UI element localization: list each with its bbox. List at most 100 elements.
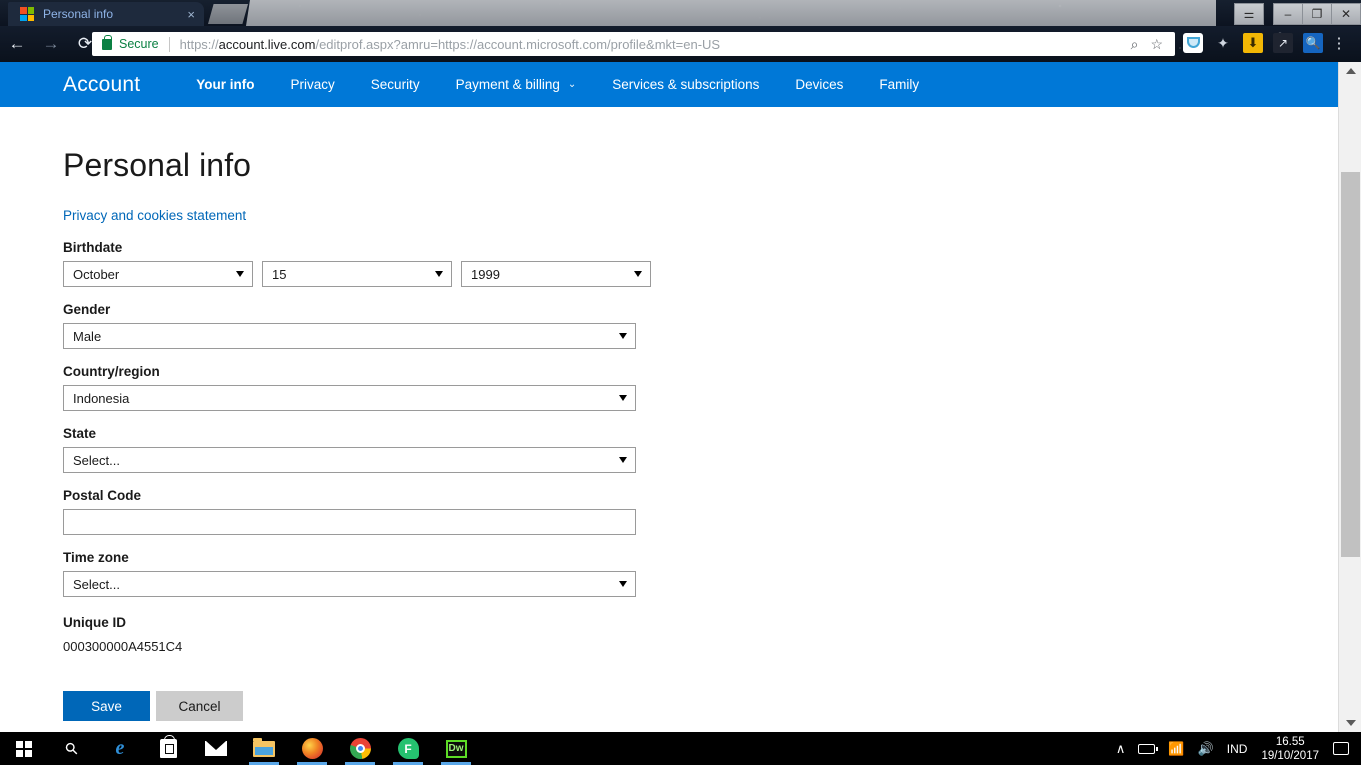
pocket-icon[interactable] [1180, 30, 1206, 56]
clock[interactable]: 16.55 19/10/2017 [1261, 735, 1319, 763]
file-explorer-icon[interactable] [240, 732, 288, 765]
nav-label: Payment & billing [455, 77, 560, 92]
postal-code-input[interactable] [63, 509, 636, 535]
minimize-button[interactable]: – [1273, 2, 1303, 25]
back-icon[interactable]: ← [0, 27, 34, 61]
chevron-down-icon [435, 271, 443, 277]
save-button[interactable]: Save [63, 691, 150, 721]
download-icon[interactable]: ⬇ [1240, 30, 1266, 56]
nav-item-payment-billing[interactable]: Payment & billing ⌄ [456, 77, 577, 92]
start-button[interactable] [0, 732, 48, 765]
nav-label: Privacy [290, 77, 335, 92]
title-bar: Personal info × ⚌ – ❐ ✕ [0, 0, 1361, 26]
extension-toolbar: ✦ ⬇ ↗ 🔍 ⋮ [1180, 30, 1348, 56]
messaging-icon[interactable]: F [384, 732, 432, 765]
lock-icon [102, 34, 112, 50]
scroll-up-icon[interactable] [1339, 62, 1361, 80]
url-domain: account.live.com [218, 36, 316, 52]
timezone-select[interactable]: Select... [63, 571, 636, 597]
nav-label: Your info [196, 77, 255, 92]
nav-item-family[interactable]: Family [879, 77, 919, 92]
nav-label: Family [879, 77, 920, 92]
chevron-down-icon [619, 457, 627, 463]
nav-item-services-subscriptions[interactable]: Services & subscriptions [612, 77, 759, 92]
scrollbar-thumb[interactable] [1341, 172, 1360, 557]
nav-item-privacy[interactable]: Privacy [291, 77, 335, 92]
birth-day-select[interactable]: 15 [262, 261, 452, 287]
divider [168, 36, 170, 52]
site-navigation: Account Your info Privacy Security Payme… [0, 62, 1338, 107]
magnifier-icon[interactable]: 🔍 [1300, 30, 1326, 56]
url-prefix: https:// [179, 36, 219, 52]
search-icon[interactable]: ⚲ [48, 732, 96, 765]
browser-tab[interactable]: Personal info × [8, 2, 204, 26]
nav-item-security[interactable]: Security [371, 77, 420, 92]
selected-value: 1999 [471, 266, 500, 282]
chevron-down-icon [619, 333, 627, 339]
birth-year-select[interactable]: 1999 [461, 261, 651, 287]
clock-date: 19/10/2017 [1261, 749, 1319, 762]
selected-value: Male [73, 328, 102, 344]
field-birthdate: Birthdate October 15 1999 [63, 240, 1361, 287]
bookmark-star-icon[interactable]: ☆ [1150, 36, 1163, 53]
field-postal-code: Postal Code [63, 488, 1361, 535]
chrome-icon[interactable] [336, 732, 384, 765]
firefox-icon[interactable] [288, 732, 336, 765]
zoom-icon[interactable]: ⌕ [1131, 36, 1139, 53]
birthdate-label: Birthdate [63, 240, 123, 255]
volume-icon[interactable]: 🔊 [1198, 741, 1214, 757]
windows-taskbar: ⚲ e F Dw ∧ 📶 🔊 IND 16.55 19/10/2017 [0, 732, 1361, 765]
close-icon[interactable]: × [187, 8, 195, 21]
gender-select[interactable]: Male [63, 323, 636, 349]
nav-label: Security [370, 77, 420, 92]
page-viewport: Account Your info Privacy Security Payme… [0, 62, 1361, 732]
country-label: Country/region [63, 364, 160, 379]
field-country: Country/region Indonesia [63, 364, 1361, 411]
selected-value: 15 [272, 266, 287, 282]
timezone-label: Time zone [63, 550, 129, 565]
forward-icon[interactable]: → [34, 27, 68, 61]
birth-month-select[interactable]: October [63, 261, 253, 287]
action-center-icon[interactable] [1333, 742, 1349, 755]
selected-value: Indonesia [73, 390, 130, 406]
browser-menu-icon[interactable]: ⋮ [1330, 36, 1348, 51]
tab-title: Personal info [43, 7, 114, 21]
new-tab-button[interactable] [208, 4, 248, 24]
omnibox-icons: ⌕ ☆ [1131, 36, 1175, 53]
edge-icon[interactable]: e [96, 732, 144, 765]
state-select[interactable]: Select... [63, 447, 636, 473]
state-label: State [63, 426, 97, 441]
field-timezone: Time zone Select... [63, 550, 1361, 597]
language-indicator[interactable]: IND [1227, 742, 1248, 756]
restore-button[interactable]: ❐ [1302, 2, 1332, 25]
nav-item-your-info[interactable]: Your info [196, 77, 254, 92]
country-select[interactable]: Indonesia [63, 385, 636, 411]
address-bar[interactable]: Secure https://account.live.com/editprof… [92, 32, 1175, 56]
store-icon[interactable] [144, 732, 192, 765]
url-path: /editprof.aspx?amru=https://account.micr… [315, 36, 721, 52]
clock-time: 16.55 [1275, 735, 1305, 748]
page-title: Personal info [63, 147, 252, 183]
profile-icon[interactable]: ⚌ [1234, 2, 1264, 25]
nav-item-devices[interactable]: Devices [795, 77, 843, 92]
form-actions: Save Cancel [63, 691, 1361, 721]
field-gender: Gender Male [63, 302, 1361, 349]
star-icon[interactable]: ✦ [1210, 30, 1236, 56]
nav-label: Devices [795, 77, 844, 92]
battery-icon[interactable] [1138, 743, 1159, 754]
dreamweaver-icon[interactable]: Dw [432, 732, 480, 765]
wifi-icon[interactable]: 📶 [1168, 741, 1184, 757]
selected-value: Select... [73, 452, 120, 468]
page-scrollbar[interactable] [1338, 62, 1361, 732]
field-state: State Select... [63, 426, 1361, 473]
show-hidden-icons-chevron-icon[interactable]: ∧ [1116, 741, 1126, 757]
cancel-button[interactable]: Cancel [156, 691, 243, 721]
brand-logo[interactable]: Account [63, 73, 140, 97]
privacy-cookies-link[interactable]: Privacy and cookies statement [63, 208, 246, 223]
close-window-button[interactable]: ✕ [1331, 2, 1361, 25]
scroll-down-icon[interactable] [1339, 714, 1361, 732]
unique-id-label: Unique ID [63, 615, 126, 630]
mail-icon[interactable] [192, 732, 240, 765]
chevron-down-icon [619, 395, 627, 401]
screenshot-icon[interactable]: ↗ [1270, 30, 1296, 56]
